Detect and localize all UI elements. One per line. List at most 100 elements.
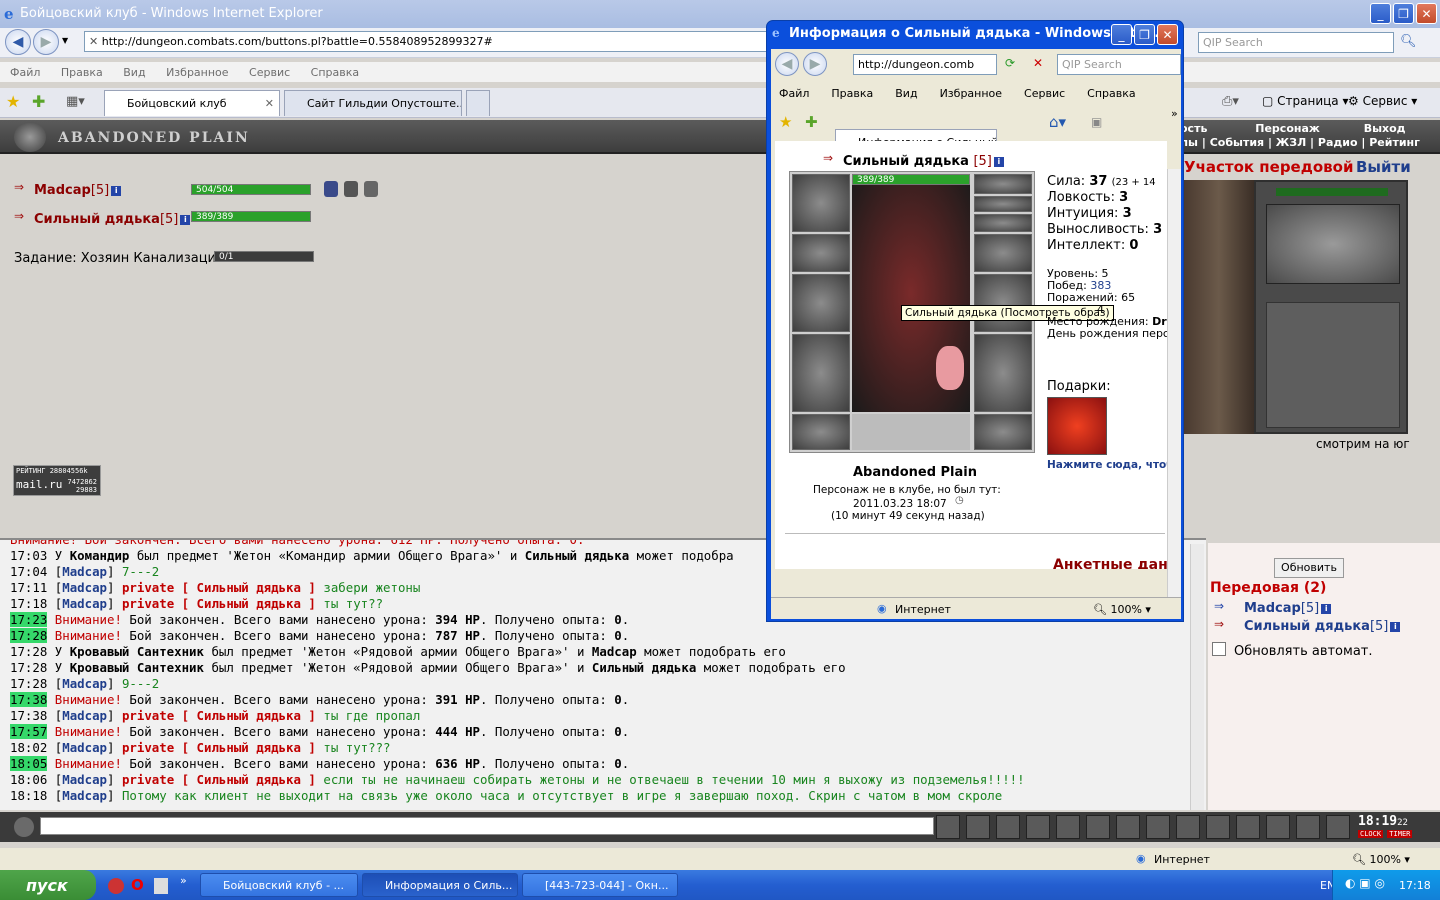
chat-nick[interactable]: Madcap bbox=[62, 708, 107, 723]
nav-dropdown-icon[interactable]: ▼ bbox=[62, 36, 68, 45]
effect-icon-2[interactable] bbox=[344, 181, 358, 197]
chat-nick[interactable]: Madcap bbox=[62, 772, 107, 787]
address-field[interactable]: ✕ http://dungeon.combats.com/buttons.pl?… bbox=[84, 31, 774, 52]
popup-maximize-button[interactable]: ❐ bbox=[1134, 24, 1155, 45]
popup-search-field[interactable]: QIP Search bbox=[1057, 54, 1181, 75]
search-icon[interactable]: 🔍︎ bbox=[1400, 34, 1417, 49]
chat-nick[interactable]: Madcap bbox=[62, 580, 107, 595]
taskbar-item-info[interactable]: Информация о Силь... bbox=[362, 873, 518, 897]
tool-fight-icon[interactable] bbox=[1056, 815, 1080, 839]
menu-view[interactable]: Вид bbox=[123, 66, 145, 79]
popup-menu-tools[interactable]: Сервис bbox=[1024, 87, 1065, 100]
info-icon[interactable]: i bbox=[180, 214, 191, 225]
nav-ost[interactable]: ость bbox=[1180, 122, 1207, 135]
chat-private-tag[interactable]: private [ Сильный дядька ] bbox=[122, 772, 316, 787]
maximize-button[interactable]: ❐ bbox=[1393, 3, 1414, 24]
tool-save-icon[interactable] bbox=[1026, 815, 1050, 839]
exit-location-link[interactable]: Выйти bbox=[1356, 158, 1411, 176]
popup-menu-edit[interactable]: Правка bbox=[831, 87, 873, 100]
popup-more-icon[interactable]: » bbox=[1171, 107, 1178, 120]
tool-exit-icon[interactable] bbox=[1326, 815, 1350, 839]
player-silny[interactable]: Сильный дядька[5] i bbox=[34, 212, 191, 227]
search-field[interactable]: QIP Search bbox=[1198, 32, 1394, 53]
effect-icon-3[interactable] bbox=[364, 181, 378, 197]
bracer-slot[interactable] bbox=[792, 234, 850, 272]
popup-favorites-icon[interactable]: ★ bbox=[779, 113, 792, 131]
chat-time[interactable]: 18:06 bbox=[10, 772, 47, 787]
chat-nick[interactable]: Madcap bbox=[62, 676, 107, 691]
boots-slot[interactable] bbox=[974, 414, 1032, 450]
quick-tabs-icon[interactable]: ▦▾ bbox=[66, 94, 85, 109]
print-icon[interactable]: ⎙▾ bbox=[1222, 94, 1239, 109]
nav-radio[interactable]: Радио bbox=[1318, 136, 1358, 149]
popup-address-field[interactable]: http://dungeon.comb bbox=[853, 54, 997, 75]
member-silny[interactable]: Сильный дядька[5] i bbox=[1244, 619, 1401, 634]
chat-input[interactable] bbox=[40, 817, 934, 835]
chat-time[interactable]: 17:28 bbox=[10, 676, 47, 691]
gloves-slot[interactable] bbox=[974, 234, 1032, 272]
chat-private-tag[interactable]: private [ Сильный дядька ] bbox=[122, 580, 316, 595]
tab-guild-site[interactable]: Сайт Гильдии Опустоште... bbox=[284, 90, 462, 116]
earrings-slot[interactable] bbox=[974, 174, 1032, 194]
opera-icon[interactable]: O bbox=[131, 876, 144, 894]
effect-icon-1[interactable] bbox=[324, 181, 338, 197]
page-menu[interactable]: ▢ Страница ▾ bbox=[1262, 94, 1349, 108]
popup-menu-favorites[interactable]: Избранное bbox=[940, 87, 1002, 100]
chat-private-tag[interactable]: private [ Сильный дядька ] bbox=[122, 708, 316, 723]
tab-close-icon[interactable]: ✕ bbox=[265, 97, 274, 110]
chat-time[interactable]: 17:28 bbox=[10, 660, 47, 675]
character-avatar[interactable]: 389/389 bbox=[852, 174, 970, 412]
chat-time[interactable]: 17:57 bbox=[10, 724, 48, 739]
pet-icon[interactable] bbox=[936, 346, 964, 390]
tool-monitor-icon[interactable] bbox=[1176, 815, 1200, 839]
weapon-slot[interactable] bbox=[792, 274, 850, 332]
chat-private-tag[interactable]: private [ Сильный дядька ] bbox=[122, 596, 316, 611]
tool-eraser-icon[interactable] bbox=[966, 815, 990, 839]
info-icon[interactable]: i bbox=[111, 185, 122, 196]
helmet-slot[interactable] bbox=[792, 174, 850, 232]
info-icon[interactable]: i bbox=[1321, 603, 1332, 614]
main-window-titlebar[interactable]: e Бойцовский клуб - Windows Internet Exp… bbox=[0, 0, 1440, 28]
favorites-star-icon[interactable]: ★ bbox=[6, 92, 20, 111]
nav-zhzl[interactable]: ЖЗЛ bbox=[1276, 136, 1306, 149]
popup-minimize-button[interactable]: _ bbox=[1111, 24, 1132, 45]
info-popup-window[interactable]: e Информация о Сильный дядька - Windows … bbox=[766, 20, 1184, 622]
legs-slot[interactable] bbox=[974, 334, 1032, 412]
popup-close-button[interactable]: ✕ bbox=[1157, 24, 1178, 45]
tool-inventory-icon[interactable] bbox=[1266, 815, 1290, 839]
popup-home-icon[interactable]: ⌂▾ bbox=[1049, 113, 1066, 131]
chat-time[interactable]: 18:05 bbox=[10, 756, 48, 771]
chat-time[interactable]: 17:11 bbox=[10, 580, 47, 595]
direction-control[interactable] bbox=[1266, 204, 1400, 284]
gift-item[interactable] bbox=[1047, 397, 1107, 455]
quicklaunch-more-icon[interactable]: » bbox=[180, 874, 187, 887]
chat-time[interactable]: 17:28 bbox=[10, 628, 48, 643]
chat-nick[interactable]: Madcap bbox=[62, 596, 107, 611]
chat-player-name[interactable]: Madcap bbox=[592, 644, 637, 659]
minimize-button[interactable]: _ bbox=[1370, 3, 1391, 24]
tools-menu[interactable]: ⚙ Сервис ▾ bbox=[1348, 94, 1417, 108]
tool-smiley-icon[interactable] bbox=[1146, 815, 1170, 839]
chat-private-tag[interactable]: private [ Сильный дядька ] bbox=[122, 740, 316, 755]
chat-time[interactable]: 17:03 bbox=[10, 548, 47, 563]
nav-events[interactable]: События bbox=[1210, 136, 1264, 149]
menu-edit[interactable]: Правка bbox=[61, 66, 103, 79]
gifts-link[interactable]: Нажмите сюда, чтоб bbox=[1047, 459, 1167, 471]
member-madcap[interactable]: Madcap[5] i bbox=[1244, 601, 1332, 616]
chat-player-name[interactable]: Командир bbox=[70, 548, 130, 563]
taskbar-item-combats[interactable]: Бойцовский клуб - ... bbox=[200, 873, 358, 897]
chat-time[interactable]: 17:28 bbox=[10, 644, 47, 659]
popup-back-button[interactable]: ◀ bbox=[775, 52, 799, 76]
auto-refresh-checkbox[interactable] bbox=[1212, 642, 1226, 656]
popup-forward-button[interactable]: ▶ bbox=[803, 52, 827, 76]
info-icon[interactable]: i bbox=[993, 156, 1004, 167]
chat-time[interactable]: 17:38 bbox=[10, 708, 47, 723]
popup-add-favorite-icon[interactable]: ✚ bbox=[805, 113, 818, 131]
quest-name[interactable]: Хозяин Канализации bbox=[81, 251, 225, 266]
tool-music-icon[interactable] bbox=[1116, 815, 1140, 839]
menu-favorites[interactable]: Избранное bbox=[166, 66, 228, 79]
chat-scrollbar[interactable] bbox=[1190, 544, 1204, 810]
close-button[interactable]: ✕ bbox=[1416, 3, 1437, 24]
nav-character[interactable]: Персонаж bbox=[1255, 122, 1320, 135]
shield-slot[interactable] bbox=[974, 274, 1032, 332]
